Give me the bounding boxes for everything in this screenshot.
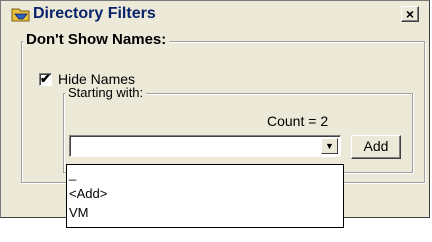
combo-dropdown-button[interactable]: ▼ — [321, 138, 338, 154]
hide-names-checkbox[interactable]: ✔ — [39, 70, 52, 86]
add-button[interactable]: Add — [351, 135, 401, 159]
starting-with-legend: Starting with: — [65, 85, 147, 100]
combo-dropdown-list[interactable]: _ <Add> VM — [66, 164, 344, 228]
directory-filter-icon — [11, 8, 30, 22]
window-title: Directory Filters — [33, 5, 156, 22]
starting-with-group — [63, 93, 413, 173]
dropdown-item-add[interactable]: <Add> — [69, 185, 339, 202]
check-icon: ✔ — [40, 70, 51, 86]
close-button[interactable]: × — [401, 6, 419, 22]
count-label: Count = 2 — [267, 113, 329, 129]
dropdown-item-underscore[interactable]: _ — [69, 165, 339, 182]
starting-with-input[interactable] — [72, 138, 324, 154]
close-icon: × — [405, 6, 415, 22]
chevron-down-icon: ▼ — [325, 141, 334, 151]
dont-show-names-legend: Don't Show Names: — [23, 31, 170, 48]
dropdown-item-vm[interactable]: VM — [69, 204, 339, 221]
starting-with-combobox[interactable]: ▼ — [69, 135, 341, 157]
title-bar[interactable]: Directory Filters × — [1, 1, 429, 29]
